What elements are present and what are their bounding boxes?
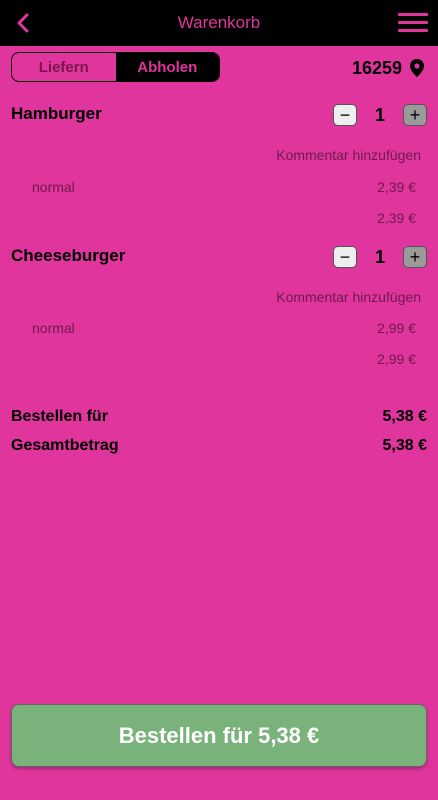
delivery-mode-toggle: Liefern Abholen (11, 52, 220, 82)
page-title: Warenkorb (177, 13, 261, 32)
cart-item-name: Cheeseburger (11, 246, 126, 265)
menu-button[interactable] (398, 11, 428, 35)
total-label: Gesamtbetrag (11, 437, 119, 454)
line-total: 2,99 € (377, 351, 416, 367)
hamburger-menu-icon (398, 13, 428, 16)
quantity-stepper: − 1 + (333, 104, 427, 126)
variant-label: normal (32, 179, 75, 195)
top-bar: Warenkorb (0, 0, 438, 46)
postal-code[interactable]: 16259 (352, 56, 424, 80)
order-for-label: Bestellen für (11, 408, 108, 425)
add-comment-link[interactable]: Kommentar hinzufügen (276, 289, 421, 305)
variant-price: 2,99 € (377, 320, 416, 336)
increase-quantity-button[interactable]: + (403, 246, 427, 268)
add-comment-link[interactable]: Kommentar hinzufügen (276, 147, 421, 163)
quantity-stepper: − 1 + (333, 246, 427, 268)
quantity-value: 1 (374, 246, 385, 267)
cart-item-name: Hamburger (11, 104, 102, 123)
order-for-value: 5,38 € (382, 408, 427, 425)
line-total: 2,39 € (377, 210, 416, 226)
increase-quantity-button[interactable]: + (403, 104, 427, 126)
decrease-quantity-button[interactable]: − (333, 246, 357, 268)
location-pin-icon (410, 59, 424, 77)
variant-label: normal (32, 320, 75, 336)
tab-abholen[interactable]: Abholen (115, 53, 219, 81)
postal-code-value: 16259 (351, 57, 402, 78)
decrease-quantity-button[interactable]: − (333, 104, 357, 126)
total-value: 5,38 € (382, 437, 427, 454)
tab-liefern[interactable]: Liefern (12, 53, 116, 81)
quantity-value: 1 (374, 104, 385, 125)
place-order-button[interactable]: Bestellen für 5,38 € (11, 704, 427, 767)
variant-price: 2,39 € (377, 179, 416, 195)
